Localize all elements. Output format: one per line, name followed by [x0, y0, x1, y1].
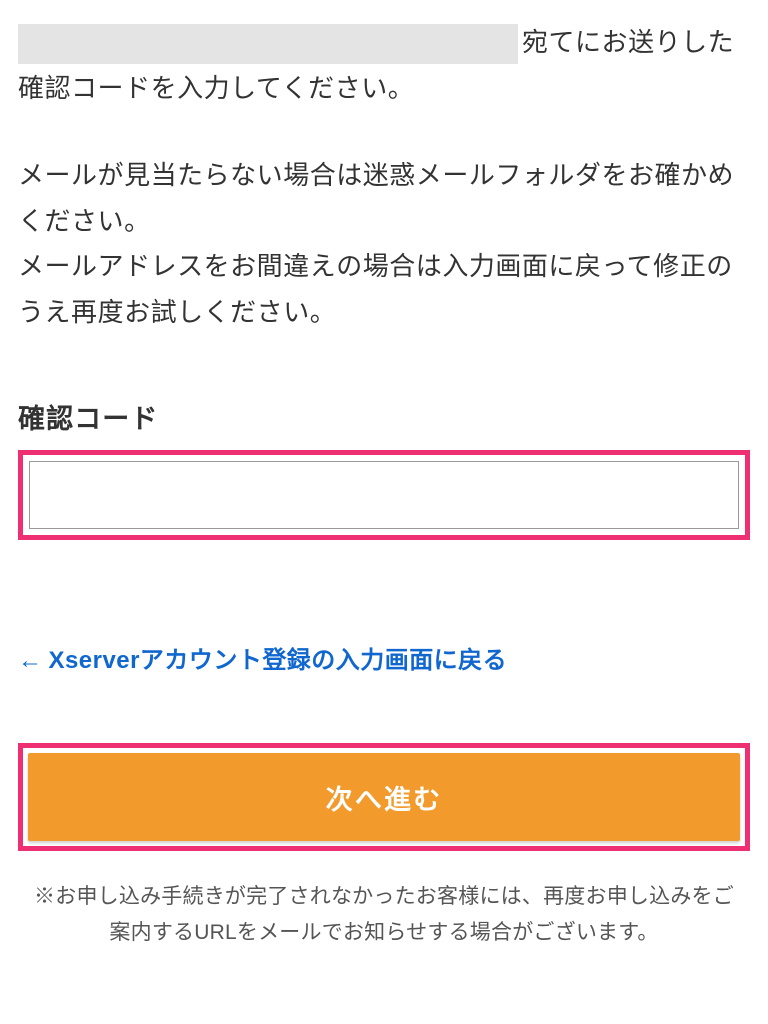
- back-link-text: Xserverアカウント登録の入力画面に戻る: [48, 647, 507, 674]
- sub-instruction-line1: メールが見当たらない場合は迷惑メールフォルダをお確かめください。: [18, 153, 750, 244]
- redacted-email: [18, 24, 518, 64]
- arrow-left-icon: ←: [18, 647, 42, 675]
- back-to-registration-link[interactable]: ←Xserverアカウント登録の入力画面に戻る: [18, 647, 507, 674]
- code-field-label: 確認コード: [18, 397, 750, 436]
- submit-button-highlight: 次へ進む: [18, 743, 750, 851]
- sub-instruction-line2: メールアドレスをお間違えの場合は入力画面に戻って修正のうえ再度お試しください。: [18, 244, 750, 335]
- sub-instruction-text: メールが見当たらない場合は迷惑メールフォルダをお確かめください。 メールアドレス…: [18, 153, 750, 335]
- back-link-container: ←Xserverアカウント登録の入力画面に戻る: [18, 640, 750, 675]
- code-input-highlight: [18, 450, 750, 540]
- verification-code-input[interactable]: [29, 461, 739, 529]
- next-button[interactable]: 次へ進む: [28, 753, 740, 841]
- instruction-text: 宛てにお送りした確認コードを入力してください。: [18, 20, 750, 111]
- footer-note-text: ※お申し込み手続きが完了されなかったお客様には、再度お申し込みをご案内するURL…: [18, 879, 750, 950]
